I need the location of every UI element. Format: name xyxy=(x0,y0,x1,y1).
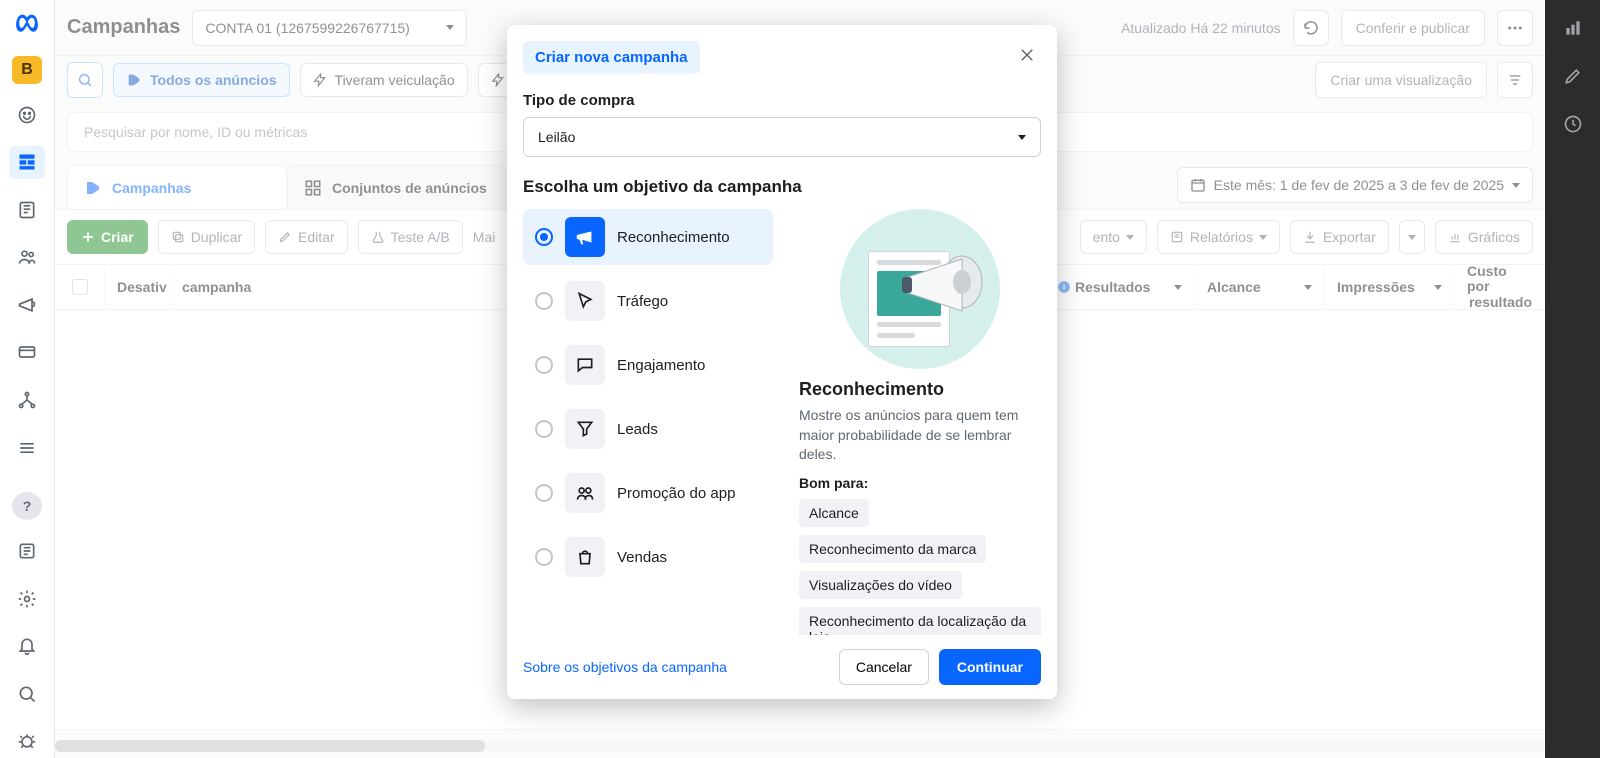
left-nav-rail: B ? xyxy=(0,0,55,758)
right-history-icon[interactable] xyxy=(1561,112,1585,136)
modal-footer: Sobre os objetivos da campanha Cancelar … xyxy=(507,635,1057,699)
right-rail xyxy=(1545,0,1600,758)
meta-logo-icon xyxy=(13,10,41,38)
objective-engagement[interactable]: Engajamento xyxy=(523,337,773,393)
nav-overview-icon[interactable] xyxy=(9,98,45,132)
account-badge[interactable]: B xyxy=(12,56,42,84)
nav-notifications-icon[interactable] xyxy=(9,629,45,663)
chevron-down-icon xyxy=(1018,135,1026,140)
tag: Reconhecimento da localização da loja xyxy=(799,607,1041,635)
good-for-label: Bom para: xyxy=(799,475,1041,491)
buy-type-value: Leilão xyxy=(538,129,575,145)
objective-heading: Escolha um objetivo da campanha xyxy=(523,177,1041,197)
detail-desc: Mostre os anúncios para quem tem maior p… xyxy=(799,406,1041,465)
awareness-illustration xyxy=(840,209,1000,369)
nav-audience-icon[interactable] xyxy=(9,241,45,275)
cursor-icon xyxy=(565,281,605,321)
nav-settings-icon[interactable] xyxy=(9,582,45,616)
create-campaign-modal: Criar nova campanha Tipo de compra Leilã… xyxy=(507,25,1057,699)
tag: Reconhecimento da marca xyxy=(799,535,986,563)
cancel-button[interactable]: Cancelar xyxy=(839,649,929,685)
detail-title: Reconhecimento xyxy=(799,379,1041,400)
learn-more-link[interactable]: Sobre os objetivos da campanha xyxy=(523,659,727,675)
objective-list: Reconhecimento Tráfego Engajamento Leads xyxy=(523,209,773,635)
close-icon[interactable] xyxy=(1013,41,1041,69)
objective-traffic[interactable]: Tráfego xyxy=(523,273,773,329)
nav-bug-icon[interactable] xyxy=(9,724,45,758)
nav-structure-icon[interactable] xyxy=(9,383,45,417)
chat-icon xyxy=(565,345,605,385)
tag: Visualizações do vídeo xyxy=(799,571,962,599)
nav-ads-icon[interactable] xyxy=(9,288,45,322)
buy-type-label: Tipo de compra xyxy=(523,92,1041,109)
objective-app-promo[interactable]: Promoção do app xyxy=(523,465,773,521)
nav-all-tools-icon[interactable] xyxy=(9,431,45,465)
nav-adslib-icon[interactable] xyxy=(9,193,45,227)
right-charts-icon[interactable] xyxy=(1561,16,1585,40)
help-icon[interactable]: ? xyxy=(12,492,42,520)
nav-campaigns-icon[interactable] xyxy=(9,146,45,180)
radio-icon xyxy=(535,228,553,246)
nav-search-icon[interactable] xyxy=(9,677,45,711)
nav-news-icon[interactable] xyxy=(9,534,45,568)
objective-detail: Reconhecimento Mostre os anúncios para q… xyxy=(799,209,1041,635)
megaphone-icon xyxy=(565,217,605,257)
objective-awareness[interactable]: Reconhecimento xyxy=(523,209,773,265)
objective-sales[interactable]: Vendas xyxy=(523,529,773,585)
buy-type-select[interactable]: Leilão xyxy=(523,117,1041,157)
tag: Alcance xyxy=(799,499,869,527)
nav-billing-icon[interactable] xyxy=(9,336,45,370)
modal-title: Criar nova campanha xyxy=(523,41,700,74)
funnel-icon xyxy=(565,409,605,449)
good-for-tags: Alcance Reconhecimento da marca Visualiz… xyxy=(799,499,1041,635)
right-edit-icon[interactable] xyxy=(1561,64,1585,88)
app-icon xyxy=(565,473,605,513)
continue-button[interactable]: Continuar xyxy=(939,649,1041,685)
bag-icon xyxy=(565,537,605,577)
objective-leads[interactable]: Leads xyxy=(523,401,773,457)
